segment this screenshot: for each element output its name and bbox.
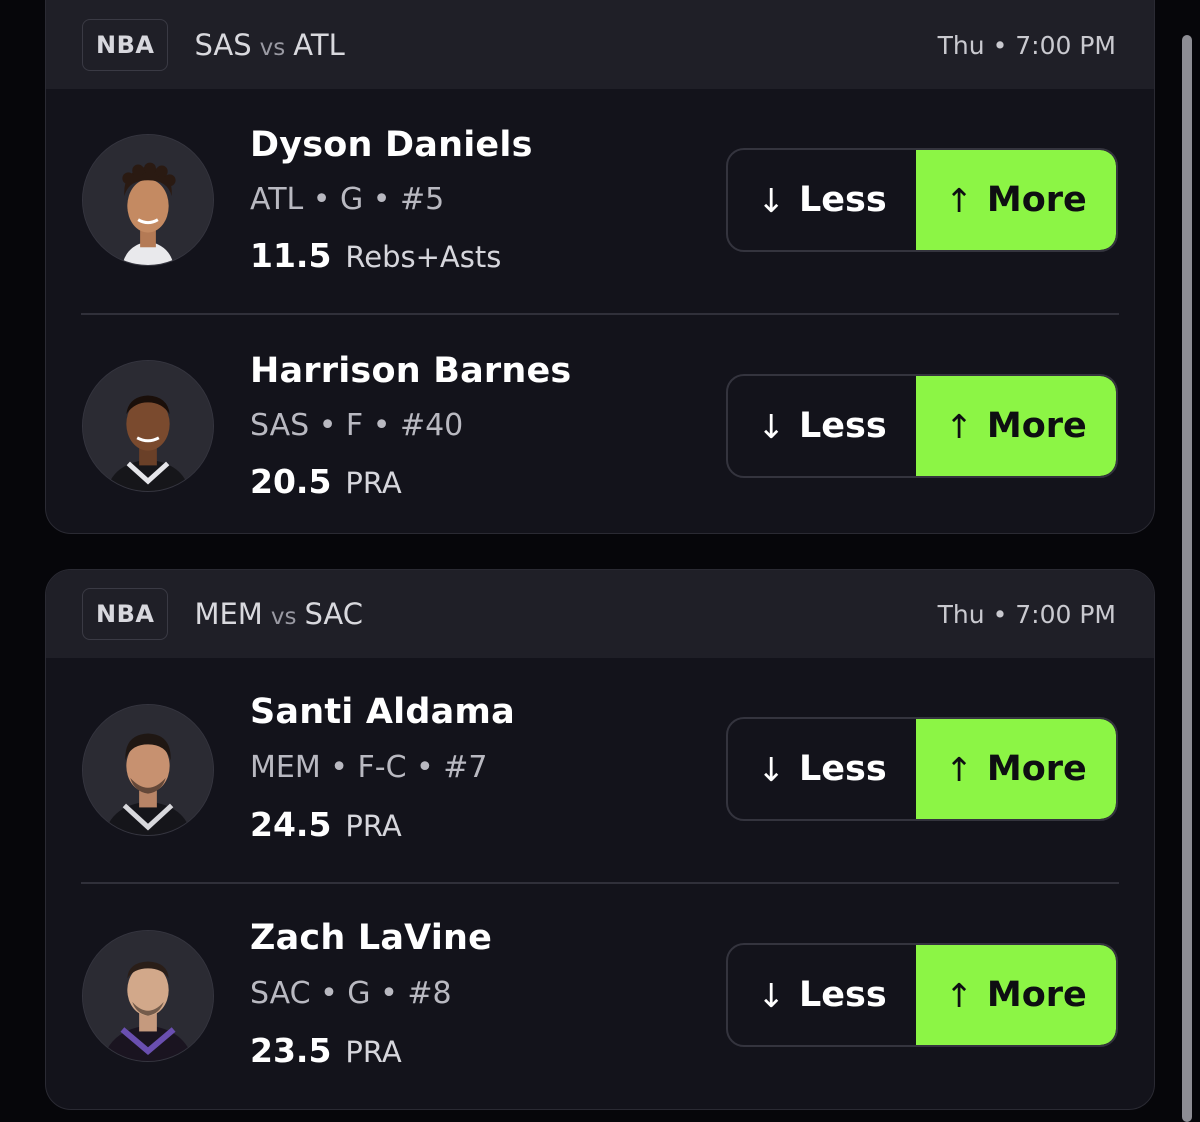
arrow-down-icon: ↓ (757, 749, 785, 789)
player-row: Santi Aldama MEM • F-C • #7 24.5 PRA ↓ L… (46, 658, 1154, 884)
player-name: Harrison Barnes (250, 351, 572, 391)
arrow-down-icon: ↓ (757, 406, 785, 446)
game-card: NBA SAS vs ATL Thu • 7:00 PM Dyson Danie… (45, 0, 1155, 534)
line-value: 23.5 (250, 1031, 332, 1070)
player-row: Zach LaVine SAC • G • #8 23.5 PRA ↓ Less… (46, 884, 1154, 1109)
player-line: 20.5 PRA (250, 462, 402, 501)
more-button[interactable]: ↑ More (916, 945, 1116, 1045)
stat-type: PRA (345, 466, 402, 500)
home-team: SAS (194, 28, 252, 62)
player-name: Zach LaVine (250, 918, 493, 958)
league-badge: NBA (82, 588, 169, 640)
game-time: Thu • 7:00 PM (937, 30, 1116, 60)
arrow-down-icon: ↓ (757, 180, 785, 220)
stat-type: PRA (345, 1035, 402, 1069)
less-button[interactable]: ↓ Less (728, 719, 916, 819)
less-label: Less (798, 180, 887, 220)
less-button[interactable]: ↓ Less (728, 945, 916, 1045)
game-header: NBA SAS vs ATL Thu • 7:00 PM (46, 0, 1154, 89)
less-label: Less (798, 406, 887, 446)
player-line: 11.5 Rebs+Asts (250, 236, 501, 275)
more-button[interactable]: ↑ More (916, 719, 1116, 819)
pick-group: ↓ Less ↑ More (726, 374, 1118, 478)
pick-group: ↓ Less ↑ More (726, 943, 1118, 1047)
less-label: Less (798, 975, 887, 1015)
away-team: ATL (293, 28, 345, 62)
matchup: MEM vs SAC (194, 597, 363, 631)
vs-label: vs (270, 604, 297, 630)
less-label: Less (798, 749, 887, 789)
arrow-up-icon: ↑ (945, 975, 973, 1015)
arrow-up-icon: ↑ (945, 406, 973, 446)
league-badge: NBA (82, 19, 169, 71)
game-time: Thu • 7:00 PM (937, 599, 1116, 629)
more-label: More (986, 749, 1087, 789)
stat-type: PRA (345, 809, 402, 843)
player-meta: ATL • G • #5 (250, 182, 445, 217)
more-button[interactable]: ↑ More (916, 376, 1116, 476)
line-value: 20.5 (250, 462, 332, 501)
vs-label: vs (259, 35, 286, 61)
pick-group: ↓ Less ↑ More (726, 717, 1118, 821)
game-header: NBA MEM vs SAC Thu • 7:00 PM (46, 570, 1154, 658)
more-label: More (986, 406, 1087, 446)
away-team: SAC (304, 597, 363, 631)
stat-type: Rebs+Asts (345, 240, 502, 274)
player-row: Harrison Barnes SAS • F • #40 20.5 PRA ↓… (46, 315, 1154, 533)
line-value: 11.5 (250, 236, 332, 275)
less-button[interactable]: ↓ Less (728, 150, 916, 250)
player-name: Dyson Daniels (250, 125, 533, 165)
player-avatar (82, 134, 214, 266)
player-row: Dyson Daniels ATL • G • #5 11.5 Rebs+Ast… (46, 89, 1154, 315)
player-line: 23.5 PRA (250, 1031, 402, 1070)
player-avatar (82, 360, 214, 492)
scrollbar[interactable] (1182, 35, 1192, 1122)
more-button[interactable]: ↑ More (916, 150, 1116, 250)
player-avatar (82, 704, 214, 836)
pick-group: ↓ Less ↑ More (726, 148, 1118, 252)
player-name: Santi Aldama (250, 692, 515, 732)
player-meta: SAC • G • #8 (250, 976, 452, 1011)
game-card: NBA MEM vs SAC Thu • 7:00 PM Santi Aldam… (45, 569, 1155, 1110)
player-line: 24.5 PRA (250, 805, 402, 844)
arrow-down-icon: ↓ (757, 975, 785, 1015)
more-label: More (986, 180, 1087, 220)
less-button[interactable]: ↓ Less (728, 376, 916, 476)
home-team: MEM (194, 597, 263, 631)
arrow-up-icon: ↑ (945, 749, 973, 789)
more-label: More (986, 975, 1087, 1015)
player-avatar (82, 930, 214, 1062)
arrow-up-icon: ↑ (945, 180, 973, 220)
matchup: SAS vs ATL (194, 28, 344, 62)
line-value: 24.5 (250, 805, 332, 844)
player-meta: SAS • F • #40 (250, 408, 464, 443)
player-meta: MEM • F-C • #7 (250, 750, 488, 785)
